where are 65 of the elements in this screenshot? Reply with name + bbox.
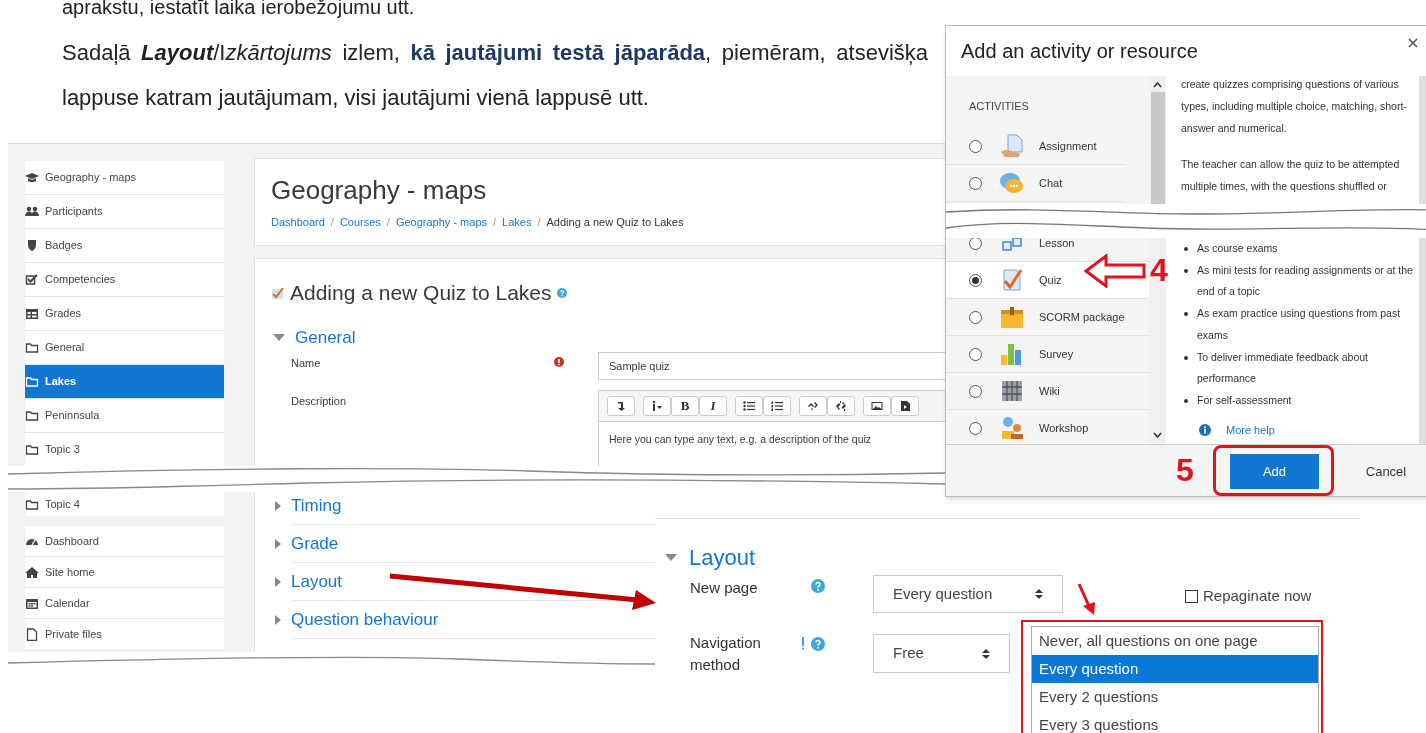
sidebar-item[interactable]: Badges	[25, 229, 224, 262]
description-text: The teacher can allow the quiz to be attempted multiple times, with the questions shuffled or	[1181, 157, 1401, 194]
navigation-select[interactable]: Free	[873, 634, 1010, 673]
sidebar-item[interactable]: Participants	[25, 195, 224, 228]
form-title: Adding a new Quiz to Lakes	[290, 280, 552, 306]
section-heading[interactable]: Grade	[291, 530, 339, 557]
sidebar-item[interactable]: Topic 3	[25, 433, 224, 466]
add-button[interactable]: Add	[1230, 454, 1319, 489]
activity-option[interactable]: Chat	[946, 165, 1126, 202]
bullet-item: As exam practice using questions from past exams	[1184, 303, 1414, 347]
description-text: create quizzes comprising questions of various types, including multiple choice, matching, short-answer and numerical.	[1181, 77, 1408, 136]
paragraph-text: Sadaļā Layout/Izkārtojums izlem, kā jautājumi testā jāparāda, piemēram, atsevišķa lappuse katram jautājumam, visi jautājumi vienā lappusē utt.	[62, 39, 928, 112]
breadcrumb-link[interactable]: Lakes	[502, 214, 532, 231]
field-label: Description	[291, 394, 347, 409]
sidebar-item[interactable]: Lakes	[25, 365, 224, 398]
field-label: New page	[690, 578, 758, 598]
activity-option[interactable]: Wiki	[946, 373, 1149, 410]
section-heading[interactable]: Timing	[291, 492, 342, 519]
dropdown-option[interactable]: Every 2 questions	[1032, 683, 1318, 711]
breadcrumb-separator: /	[537, 215, 541, 230]
dialog-title: Add an activity or resource	[961, 39, 1198, 64]
breadcrumb-current: Adding a new Quiz to Lakes	[546, 215, 684, 230]
section-heading[interactable]: Layout	[291, 568, 343, 595]
sidebar-item[interactable]: Peninnsula	[25, 399, 224, 432]
bullet-item: As course exams	[1184, 238, 1414, 260]
sidebar-item[interactable]: Grades	[25, 297, 224, 330]
new-page-select[interactable]: Every question	[873, 575, 1063, 613]
section-heading[interactable]: General	[295, 325, 356, 351]
bullet-item: To deliver immediate feedback about performance	[1184, 346, 1414, 390]
sidebar-item[interactable]: Competencies	[25, 263, 224, 296]
checkbox-label: Repaginate now	[1203, 586, 1312, 606]
activity-option[interactable]: Survey	[946, 336, 1149, 373]
category-heading: ACTIVITIES	[969, 99, 1029, 114]
breadcrumb-link[interactable]: Courses	[339, 214, 381, 231]
sidebar-item[interactable]: General	[25, 331, 224, 364]
sidebar-item[interactable]: Dashboard	[25, 526, 224, 556]
sidebar-item[interactable]: Geography - maps	[25, 161, 224, 194]
name-input-field[interactable]: Sample quiz	[598, 352, 945, 380]
field-label: Name	[291, 356, 321, 371]
step-number: 4	[1150, 251, 1168, 289]
section-heading[interactable]: Question behaviour	[291, 606, 439, 633]
breadcrumb-link[interactable]: Geography - maps	[395, 214, 488, 231]
field-label: Navigation method	[690, 633, 762, 675]
sidebar-item[interactable]: Site home	[25, 557, 224, 587]
paragraph-text: aprakstu, iestatīt laika ierobežojumu utt.	[62, 0, 415, 18]
dropdown-option[interactable]: Every 3 questions	[1032, 711, 1318, 733]
dropdown-option[interactable]: Every question	[1032, 655, 1318, 683]
toolbar-button[interactable]: I	[699, 396, 727, 416]
step-number: 5	[1176, 451, 1194, 489]
sidebar-item[interactable]: Topic 4	[25, 492, 224, 516]
bullet-item: As mini tests for reading assignments or at the end of a topic	[1184, 259, 1414, 304]
breadcrumb-separator: /	[330, 215, 334, 230]
section-heading[interactable]: Layout	[689, 541, 756, 574]
activity-option[interactable]: Assignment	[946, 128, 1126, 165]
dropdown-option[interactable]: Never, all questions on one page	[1032, 627, 1318, 655]
sidebar-item[interactable]: Calendar	[25, 588, 224, 618]
breadcrumb-separator: /	[493, 215, 497, 230]
sidebar-item[interactable]: Private files	[25, 619, 224, 649]
activity-option[interactable]: SCORM package	[946, 299, 1149, 336]
toolbar-button[interactable]: B	[671, 396, 699, 416]
help-link[interactable]: More help	[1226, 422, 1275, 439]
course-title: Geography - maps	[271, 175, 488, 205]
breadcrumb-separator: /	[386, 215, 390, 230]
breadcrumb-link[interactable]: Dashboard	[271, 214, 325, 231]
bullet-item: For self-assessment	[1184, 389, 1414, 412]
